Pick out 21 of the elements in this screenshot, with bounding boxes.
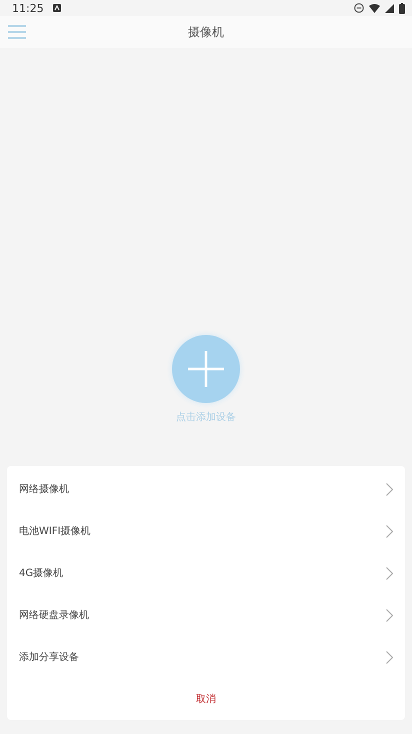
chevron-right-icon	[386, 524, 393, 538]
chevron-right-icon	[386, 482, 393, 496]
page-title: 摄像机	[188, 24, 224, 40]
status-time: 11:25	[12, 2, 44, 14]
device-type-item[interactable]: 4G摄像机	[7, 552, 405, 594]
chevron-right-icon	[386, 608, 393, 622]
chevron-right-icon	[386, 650, 393, 664]
menu-icon[interactable]	[8, 25, 26, 39]
signal-icon	[385, 4, 394, 12]
notification-icon	[52, 4, 61, 12]
wifi-icon	[369, 4, 380, 12]
cancel-button[interactable]: 取消	[7, 678, 405, 720]
plus-icon	[188, 351, 224, 387]
battery-icon	[399, 2, 405, 14]
device-type-item[interactable]: 电池WIFI摄像机	[7, 510, 405, 552]
device-type-item[interactable]: 网络硬盘录像机	[7, 594, 405, 636]
add-device-button[interactable]	[172, 335, 240, 403]
device-type-item[interactable]: 添加分享设备	[7, 636, 405, 678]
do-not-disturb-icon	[354, 3, 364, 13]
device-type-item[interactable]: 网络摄像机	[7, 468, 405, 510]
chevron-right-icon	[386, 566, 393, 580]
